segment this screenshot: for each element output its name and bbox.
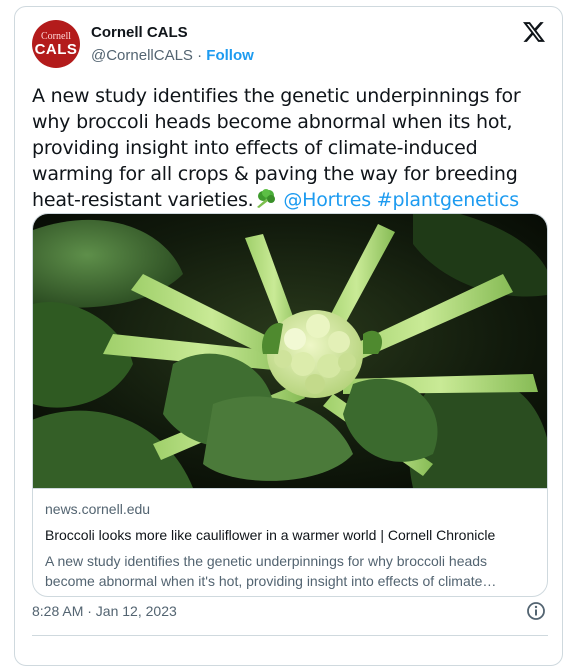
author-name[interactable]: Cornell CALS [91,24,188,41]
link-card-meta: news.cornell.edu Broccoli looks more lik… [33,488,547,596]
link-domain: news.cornell.edu [45,501,151,517]
link-title[interactable]: Broccoli looks more like cauliflower in … [45,527,495,543]
divider [32,635,548,636]
avatar[interactable]: Cornell CALS [32,20,80,68]
avatar-text-bottom: CALS [34,41,78,58]
link-preview-card[interactable]: news.cornell.edu Broccoli looks more lik… [32,213,548,597]
follow-button[interactable]: Follow [206,47,254,64]
broccoli-emoji-icon [256,189,275,208]
x-logo-icon[interactable] [523,21,545,43]
author-handle[interactable]: @CornellCALS [91,47,193,64]
link-description: A new study identifies the genetic under… [45,553,497,589]
broccoli-photo [33,214,547,488]
info-icon[interactable] [526,601,546,621]
mention-link[interactable]: @Hortres [283,189,371,211]
handle-separator: · [192,47,207,64]
author-handle-row: @CornellCALS · Follow [91,47,254,64]
tweet-card: Cornell CALS Cornell CALS @CornellCALS ·… [14,6,563,666]
hashtag-link[interactable]: #plantgenetics [377,189,519,211]
tweet-timestamp[interactable]: 8:28 AM · Jan 12, 2023 [32,603,177,619]
tweet-text: A new study identifies the genetic under… [32,83,542,213]
